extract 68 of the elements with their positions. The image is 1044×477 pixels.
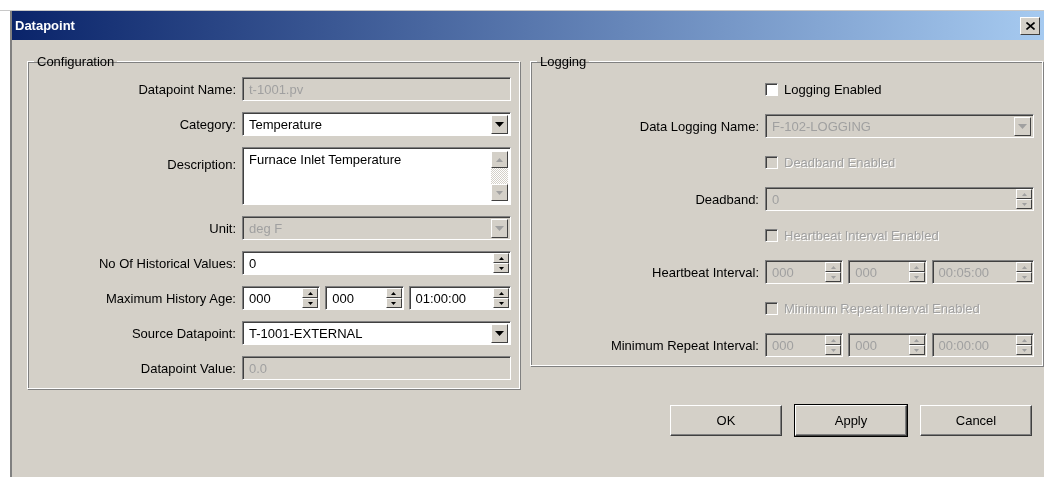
- down-arrow-icon: [914, 348, 919, 352]
- up-arrow-icon: [830, 265, 836, 269]
- group-title: Logging: [539, 54, 588, 69]
- combo-box[interactable]: T-1001-EXTERNAL: [242, 321, 511, 345]
- spin-field[interactable]: 000: [325, 286, 404, 310]
- down-arrow-icon: [498, 301, 504, 305]
- spin-field[interactable]: 0: [242, 251, 511, 275]
- field-label: Description:: [166, 156, 236, 172]
- down-arrow-icon: [1021, 202, 1027, 206]
- caret-icon: [495, 330, 504, 336]
- window-title: Datapoint: [15, 18, 75, 33]
- up-arrow-icon: [914, 265, 919, 269]
- up-arrow-icon: [496, 157, 503, 162]
- spin-up-button[interactable]: [493, 288, 509, 298]
- up-arrow-icon: [1021, 265, 1027, 269]
- down-arrow-icon: [1021, 348, 1027, 352]
- up-arrow-icon: [1021, 192, 1027, 196]
- checkbox-label[interactable]: Logging Enabled: [784, 82, 882, 97]
- spin-down-button[interactable]: [302, 298, 319, 308]
- dialog-button[interactable]: Apply: [795, 405, 907, 436]
- field-label: Deadband:: [694, 191, 759, 207]
- dialog-button[interactable]: Cancel: [920, 405, 1032, 436]
- field-label: Data Logging Name:: [638, 118, 759, 134]
- spin-up-button[interactable]: [493, 253, 509, 263]
- field-label: Minimum Repeat Interval:: [609, 337, 759, 353]
- field-label: No Of Historical Values:: [97, 255, 236, 271]
- down-arrow-icon: [498, 266, 504, 270]
- down-arrow-icon: [830, 275, 836, 279]
- close-icon: [1025, 21, 1035, 30]
- up-arrow-icon: [830, 338, 836, 342]
- group-title: Configuration: [36, 54, 116, 69]
- down-arrow-icon: [391, 301, 396, 305]
- field-label: Source Datapoint:: [130, 325, 236, 341]
- dropdown-button[interactable]: [491, 114, 508, 134]
- combo-box[interactable]: Temperature: [242, 112, 511, 136]
- spin-down-button[interactable]: [493, 298, 509, 308]
- scrollbar[interactable]: [491, 151, 508, 201]
- down-arrow-icon: [830, 348, 836, 352]
- field-label: Heartbeat Interval:: [651, 264, 759, 280]
- down-arrow-icon: [307, 301, 313, 305]
- caret-icon: [495, 121, 504, 127]
- spin-down-button[interactable]: [493, 263, 509, 273]
- up-arrow-icon: [307, 291, 313, 295]
- checkbox[interactable]: [765, 83, 778, 96]
- field-label: Maximum History Age:: [104, 290, 236, 306]
- caret-icon: [1018, 123, 1027, 129]
- spin-up-button[interactable]: [385, 288, 402, 298]
- field-label: Datapoint Value:: [139, 360, 236, 376]
- up-arrow-icon: [498, 256, 504, 260]
- up-arrow-icon: [391, 291, 396, 295]
- close-button[interactable]: [1020, 16, 1040, 35]
- dialog-button[interactable]: OK: [670, 405, 782, 436]
- field-label: Datapoint Name:: [137, 81, 236, 97]
- caret-icon: [495, 225, 504, 231]
- up-arrow-icon: [1021, 338, 1027, 342]
- dropdown-button[interactable]: [491, 323, 508, 343]
- field-label: Category:: [178, 116, 236, 132]
- spin-down-button[interactable]: [385, 298, 402, 308]
- spin-field[interactable]: 000: [242, 286, 321, 310]
- spin-up-button[interactable]: [302, 288, 319, 298]
- field-label: Unit:: [208, 220, 236, 236]
- down-arrow-icon: [914, 275, 919, 279]
- spin-field[interactable]: 01:00:00: [408, 286, 511, 310]
- down-arrow-icon: [1021, 275, 1027, 279]
- up-arrow-icon: [498, 291, 504, 295]
- text-area[interactable]: Furnace Inlet Temperature: [242, 147, 511, 205]
- up-arrow-icon: [914, 338, 919, 342]
- down-arrow-icon: [496, 190, 503, 195]
